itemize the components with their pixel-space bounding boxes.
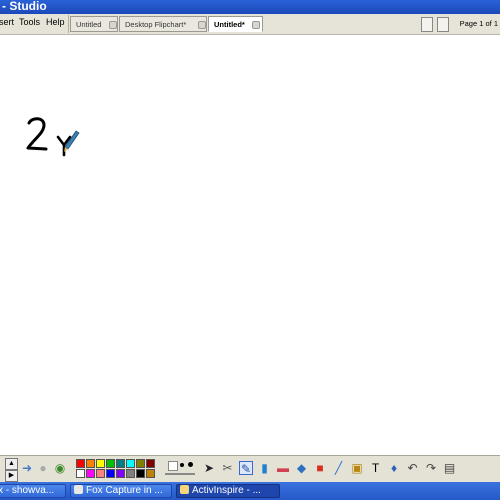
main-toolbox: ▲ ▶ ➜ ● ◉ ➤ ✂ ✎ ▮ ▬ ◆ ■ ╱ ▣ T ♦ ↶ ↷ ▤ (0, 455, 500, 483)
color-swatch[interactable] (146, 459, 155, 468)
color-swatch[interactable] (76, 469, 85, 478)
taskbar-item-fox-capture[interactable]: Fox Capture in ... (70, 484, 172, 498)
pen-width-slider[interactable] (165, 473, 195, 475)
color-swatch[interactable] (136, 469, 145, 478)
toolbox-nav: ▲ ▶ (2, 456, 20, 483)
color-swatch[interactable] (116, 469, 125, 478)
highlighter-icon[interactable]: ▮ (258, 461, 272, 475)
page-controls: Page 1 of 1 (415, 14, 500, 34)
menu-help[interactable]: Help (46, 17, 65, 27)
text-icon[interactable]: T (369, 461, 383, 475)
tab-label: Untitled (76, 20, 102, 29)
title-bar: - Studio (0, 0, 500, 14)
close-tab-icon[interactable] (198, 21, 206, 29)
close-tab-icon[interactable] (252, 21, 260, 29)
toolbox-right-icon[interactable]: ▶ (5, 470, 18, 482)
tab-desktop-flipchart[interactable]: Desktop Flipchart* (119, 16, 207, 32)
next-page-icon[interactable]: ➜ (20, 461, 34, 475)
color-swatch[interactable] (106, 469, 115, 478)
page-indicator: Page 1 of 1 (459, 19, 498, 28)
activinspire-icon (180, 485, 189, 494)
tab-untitled[interactable]: Untitled (70, 16, 118, 32)
pen-width-small-icon[interactable] (168, 461, 178, 471)
menu-insert[interactable]: sert (0, 17, 14, 27)
menu-separator (68, 15, 69, 33)
fill-icon[interactable]: ◆ (295, 461, 309, 475)
taskbar-item-label: ActivInspire - ... (192, 485, 261, 496)
page-view-icon[interactable] (421, 17, 433, 32)
color-swatch[interactable] (86, 469, 95, 478)
menu-tools[interactable]: Tools (19, 17, 40, 27)
undo-icon[interactable]: ↶ (406, 461, 420, 475)
color-swatch[interactable] (116, 459, 125, 468)
window-title: - Studio (2, 0, 47, 13)
windows-taskbar: x - showva... Fox Capture in ... ActivIn… (0, 482, 500, 500)
window-icon (74, 485, 83, 494)
shape-icon[interactable]: ■ (313, 461, 327, 475)
color-swatch[interactable] (126, 459, 135, 468)
color-swatch[interactable] (146, 469, 155, 478)
clear-icon[interactable]: ♦ (387, 461, 401, 475)
color-swatch[interactable] (96, 459, 105, 468)
camera-icon[interactable]: ▣ (350, 461, 364, 475)
color-swatch[interactable] (136, 459, 145, 468)
close-tab-icon[interactable] (109, 21, 117, 29)
play-icon[interactable]: ● (36, 461, 50, 475)
browser-icon[interactable]: ◉ (53, 461, 67, 475)
page-sorter-icon[interactable] (437, 17, 449, 32)
color-swatch[interactable] (86, 459, 95, 468)
pen-width-large-icon[interactable] (188, 462, 193, 467)
marquee-icon[interactable]: ✂ (221, 461, 235, 475)
eraser-icon[interactable]: ▬ (276, 461, 290, 475)
tab-untitled-active[interactable]: Untitled* (208, 16, 263, 32)
pointer-icon[interactable]: ➤ (202, 461, 216, 475)
toolbox-up-icon[interactable]: ▲ (5, 458, 18, 470)
pen-icon[interactable]: ✎ (239, 461, 253, 476)
connector-icon[interactable]: ╱ (332, 461, 346, 475)
color-palette (76, 459, 156, 480)
color-swatch[interactable] (76, 459, 85, 468)
pen-width-medium-icon[interactable] (180, 463, 184, 467)
color-swatch[interactable] (126, 469, 135, 478)
color-swatch[interactable] (106, 459, 115, 468)
taskbar-item-label: x - showva... (0, 485, 55, 496)
taskbar-item-showva[interactable]: x - showva... (0, 484, 66, 498)
taskbar-item-activinspire[interactable]: ActivInspire - ... (176, 484, 280, 498)
tab-label: Untitled* (214, 20, 245, 29)
menu-tab-strip: sert Tools Help Untitled Desktop Flipcha… (0, 14, 500, 35)
tab-label: Desktop Flipchart* (125, 20, 187, 29)
handwritten-annotation (26, 117, 80, 157)
flipchart-canvas[interactable]: 2y (0, 35, 500, 445)
taskbar-item-label: Fox Capture in ... (86, 485, 163, 496)
page-icon[interactable]: ▤ (443, 461, 457, 475)
redo-icon[interactable]: ↷ (424, 461, 438, 475)
color-swatch[interactable] (96, 469, 105, 478)
